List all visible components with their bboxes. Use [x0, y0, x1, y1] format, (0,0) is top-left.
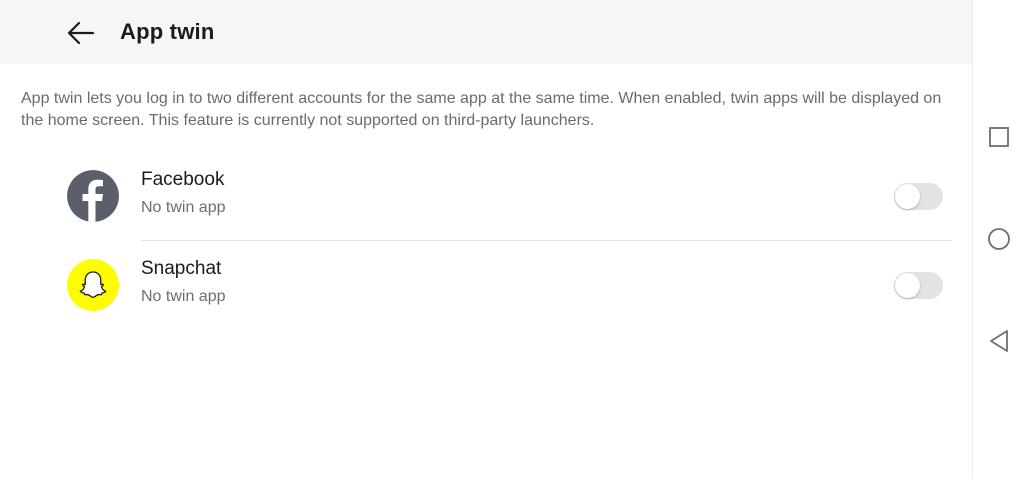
back-icon — [990, 330, 1008, 352]
twin-toggle-facebook[interactable] — [894, 183, 943, 210]
home-button[interactable] — [986, 226, 1012, 252]
home-icon — [988, 228, 1010, 250]
app-twin-screen: App twin App twin lets you log in to two… — [0, 0, 972, 479]
feature-description: App twin lets you log in to two differen… — [21, 90, 942, 129]
toggle-knob — [895, 184, 920, 209]
toggle-knob — [895, 273, 920, 298]
app-bar: App twin — [0, 0, 972, 64]
nav-back-button[interactable] — [986, 328, 1012, 354]
recent-apps-icon — [989, 127, 1009, 147]
arrow-left-icon — [67, 21, 95, 45]
snapchat-icon — [67, 259, 119, 311]
twin-toggle-snapchat[interactable] — [894, 272, 943, 299]
app-row-facebook[interactable]: Facebook No twin app — [0, 152, 972, 240]
system-navigation-bar — [972, 0, 1024, 479]
app-row-snapchat[interactable]: Snapchat No twin app — [0, 241, 972, 329]
facebook-icon — [67, 170, 119, 222]
recent-apps-button[interactable] — [986, 124, 1012, 150]
back-button[interactable] — [60, 12, 102, 54]
app-name: Snapchat — [141, 258, 222, 279]
app-name: Facebook — [141, 169, 225, 190]
page-title: App twin — [120, 19, 215, 44]
app-status: No twin app — [141, 199, 226, 216]
app-status: No twin app — [141, 288, 226, 305]
